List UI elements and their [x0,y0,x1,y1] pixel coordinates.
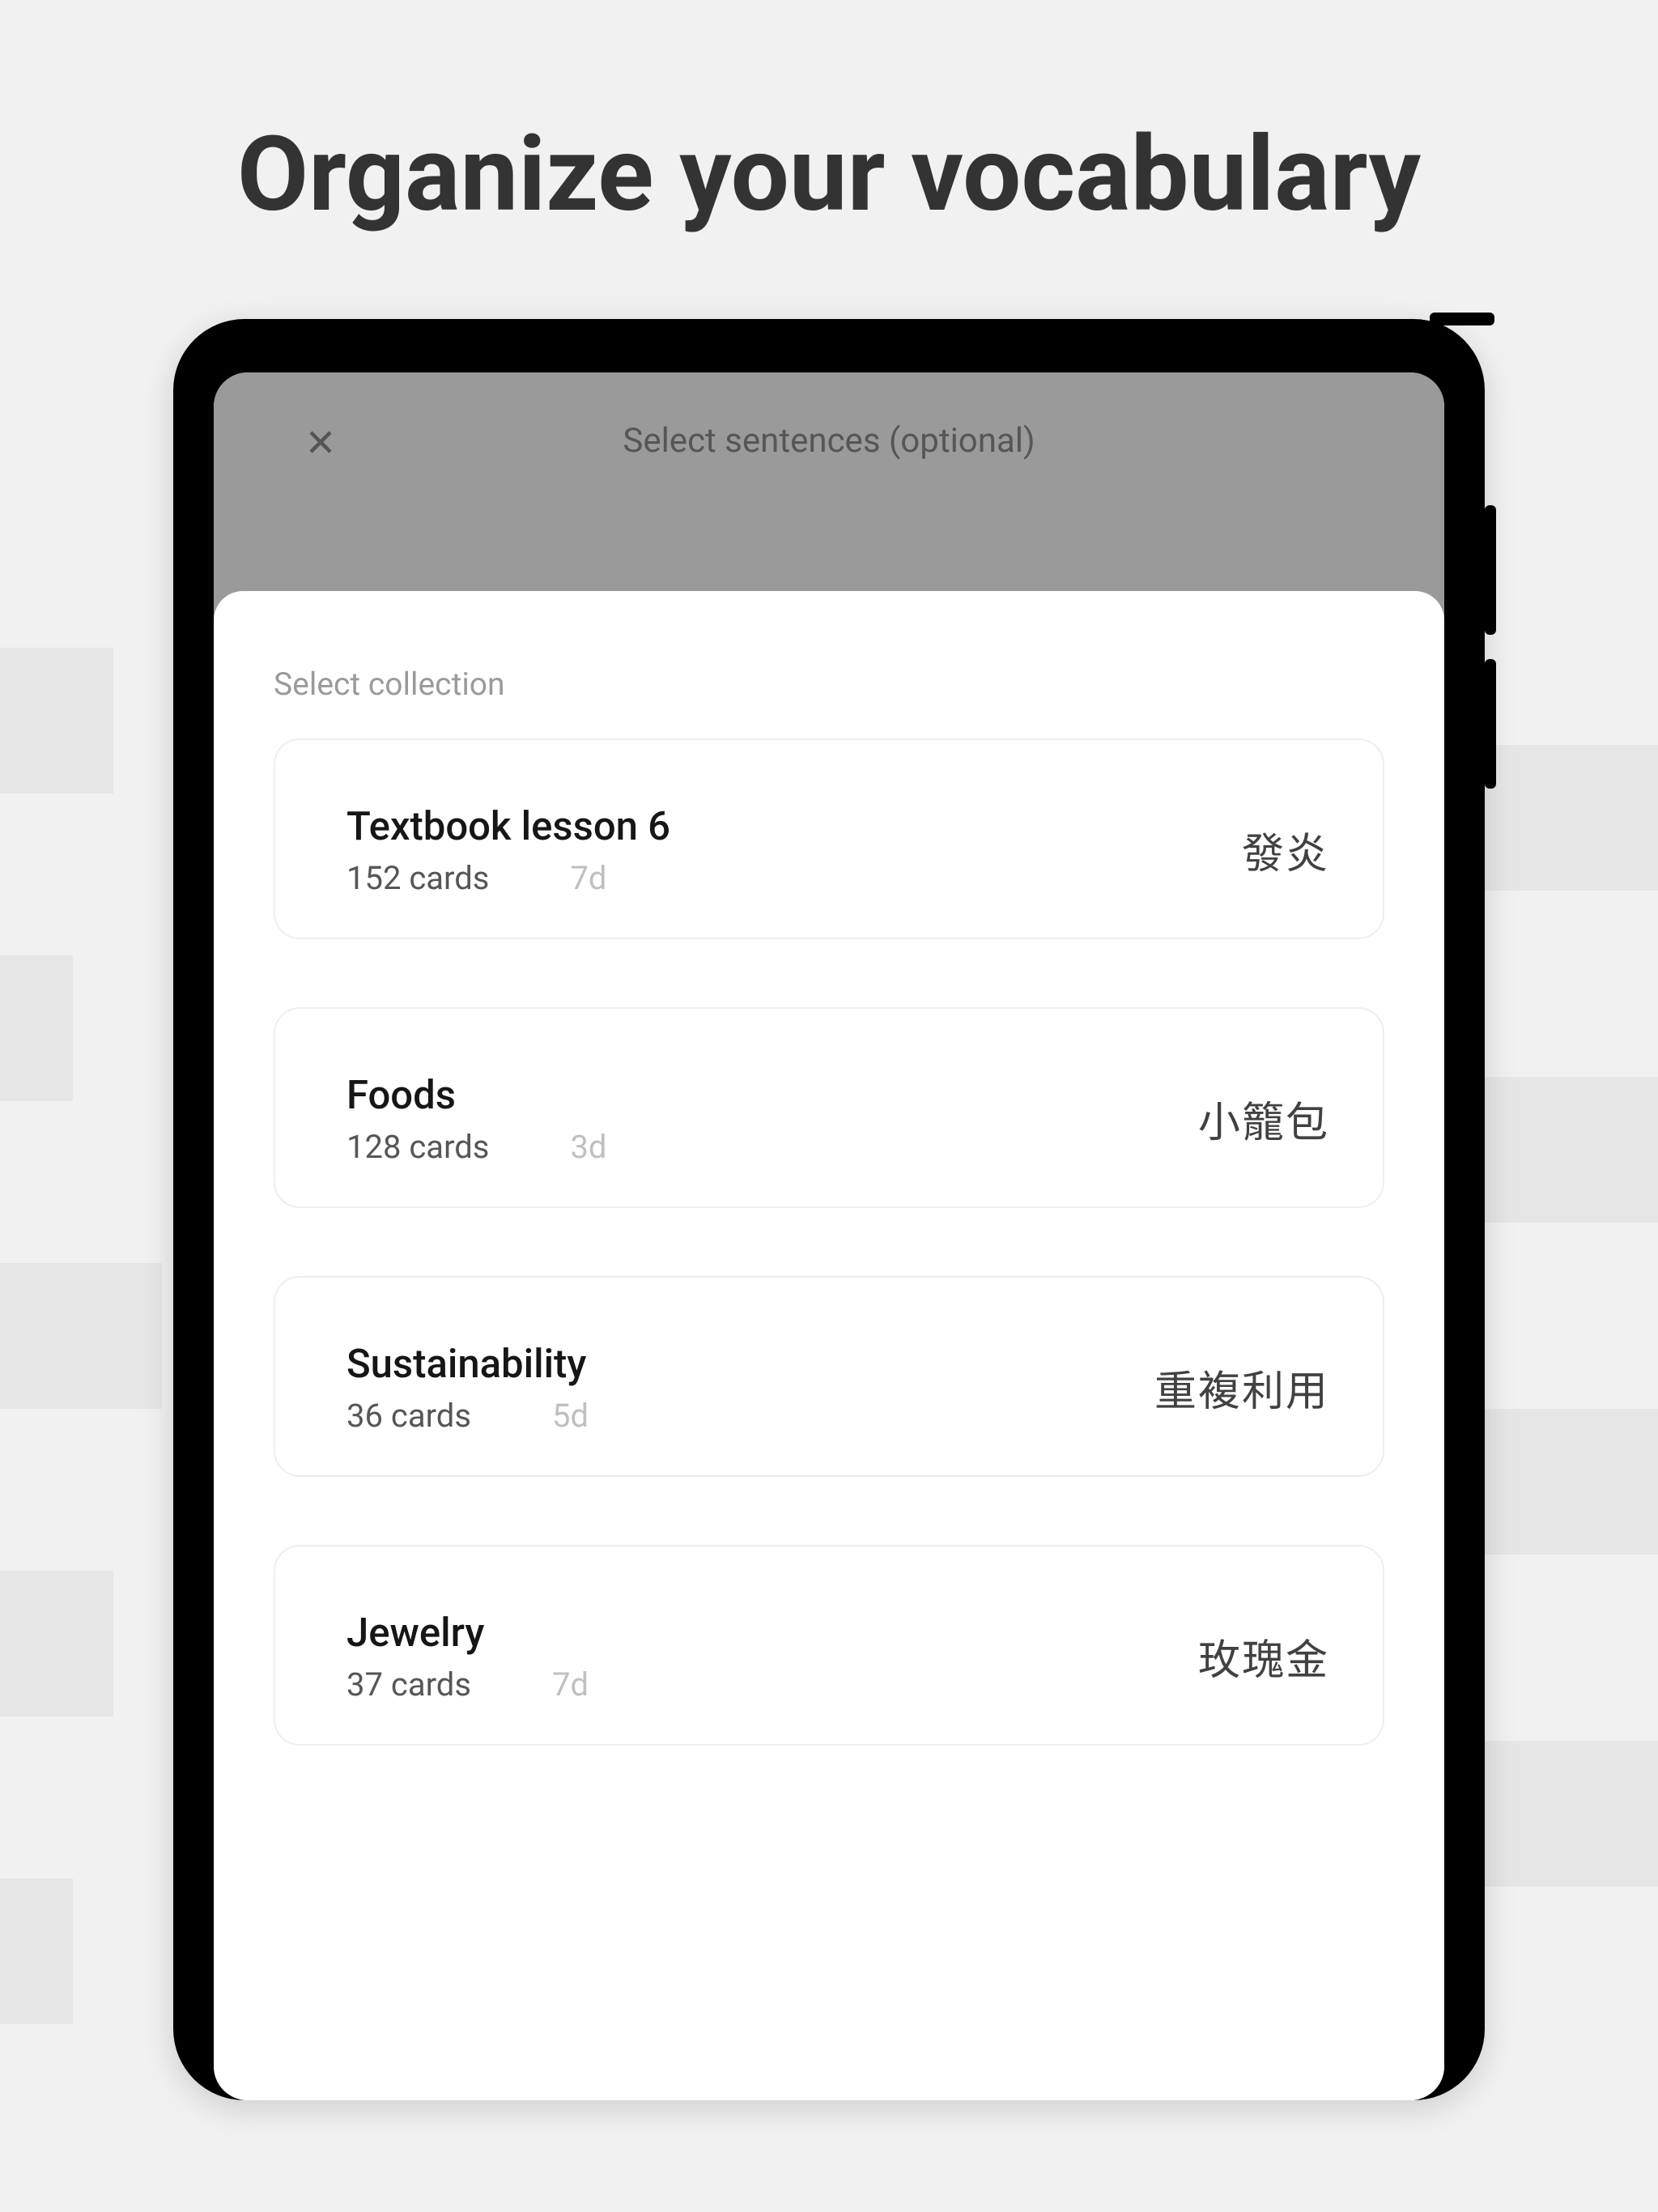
decor-stripe [0,1878,73,2024]
collection-list: Textbook lesson 6 152 cards 7d 發炎 Foods [274,738,1384,1746]
collection-time: 7d [552,1665,589,1704]
tablet-power-button [1430,313,1494,325]
collection-example-word: 玫瑰金 [1198,1626,1329,1687]
collection-title: Textbook lesson 6 [346,803,670,849]
collection-item-sustainability[interactable]: Sustainability 36 cards 5d 重複利用 [274,1276,1384,1477]
collection-title: Sustainability [346,1341,589,1387]
collection-title: Jewelry [346,1610,589,1656]
collection-title: Foods [346,1072,607,1118]
tablet-frame: Select sentences (optional) Select colle… [173,319,1485,2100]
modal-title: Select sentences (optional) [623,421,1035,461]
collection-time: 7d [570,859,606,897]
collection-example-word: 小籠包 [1198,1088,1329,1149]
collection-example-word: 發炎 [1242,819,1329,880]
tablet-volume-up [1485,505,1496,635]
collection-card-count: 128 cards [346,1128,489,1166]
sheet-label: Select collection [274,666,1384,703]
tablet-volume-down [1485,659,1496,789]
collection-item-textbook-lesson-6[interactable]: Textbook lesson 6 152 cards 7d 發炎 [274,738,1384,939]
collection-item-jewelry[interactable]: Jewelry 37 cards 7d 玫瑰金 [274,1545,1384,1746]
collection-time: 5d [552,1397,589,1435]
page-headline: Organize your vocabulary [0,0,1658,287]
decor-stripe [0,1571,113,1716]
collection-time: 3d [570,1128,606,1166]
bottom-sheet: Select collection Textbook lesson 6 152 … [214,591,1444,2100]
tablet-screen: Select sentences (optional) Select colle… [214,372,1444,2100]
collection-item-foods[interactable]: Foods 128 cards 3d 小籠包 [274,1007,1384,1208]
modal-backdrop: Select sentences (optional) Select colle… [214,372,1444,2100]
collection-card-count: 36 cards [346,1397,471,1435]
collection-example-word: 重複利用 [1154,1357,1329,1418]
decor-stripe [0,955,73,1101]
collection-card-count: 37 cards [346,1665,471,1704]
decor-stripe [0,648,113,793]
close-button[interactable] [306,426,335,463]
modal-header: Select sentences (optional) [214,372,1444,591]
collection-card-count: 152 cards [346,859,489,897]
decor-stripe [0,1263,162,1409]
close-icon [306,423,335,466]
